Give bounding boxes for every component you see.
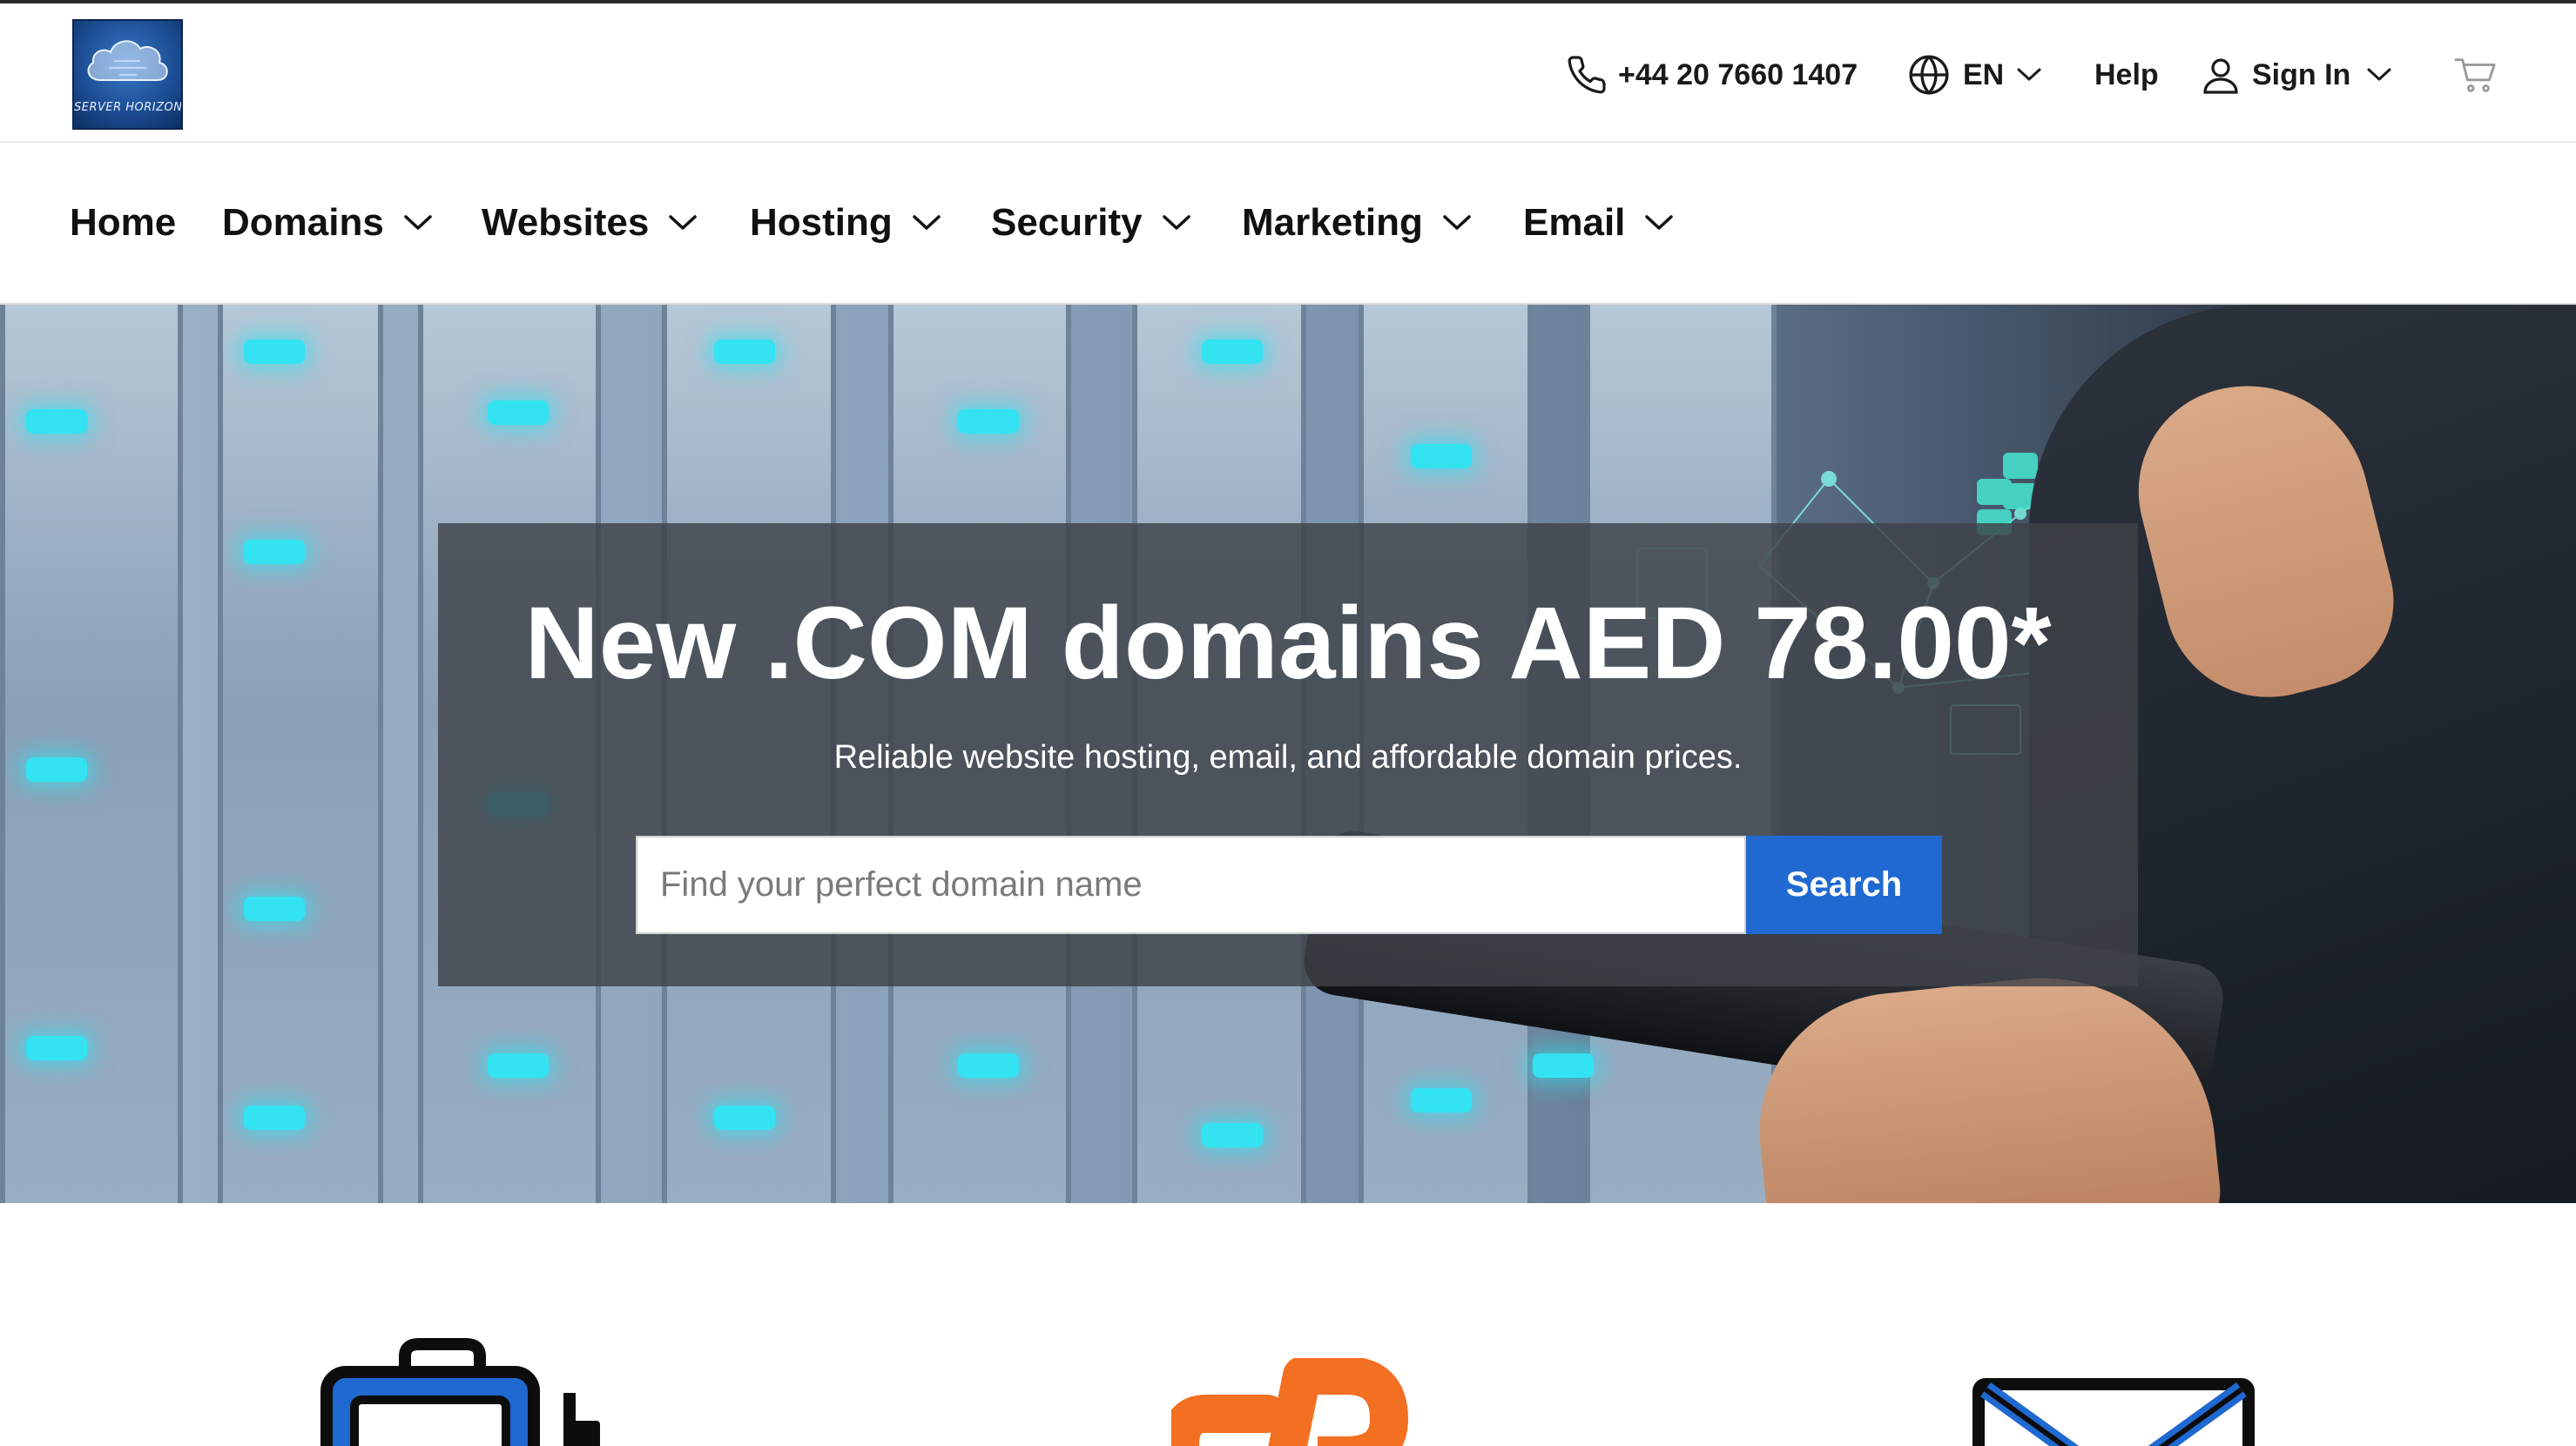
nav-hosting[interactable]: Hosting [750, 197, 941, 249]
brand-logo[interactable]: SERVER HORIZON [72, 19, 183, 130]
language-selector[interactable]: EN [1907, 49, 2042, 101]
nav-label: Security [991, 201, 1143, 244]
briefcase-icon [318, 1337, 614, 1446]
chevron-down-icon [404, 215, 432, 230]
chevron-down-icon [1162, 215, 1190, 230]
cart-button[interactable] [2454, 49, 2498, 101]
user-icon [2203, 58, 2238, 94]
cart-icon [2454, 58, 2496, 92]
cpanel-icon [1171, 1358, 1415, 1446]
nav-marketing[interactable]: Marketing [1242, 197, 1472, 249]
envelope-icon [1970, 1377, 2257, 1446]
nav-websites[interactable]: Websites [482, 197, 698, 249]
hero-banner: New .COM domains AED 78.00* Reliable web… [0, 305, 2576, 1203]
chevron-down-icon [1443, 215, 1471, 230]
hero-panel: New .COM domains AED 78.00* Reliable web… [438, 523, 2138, 986]
hero-title: New .COM domains AED 78.00* [524, 586, 2052, 701]
nav-label: Domains [222, 201, 384, 244]
phone-number: +44 20 7660 1407 [1618, 57, 1858, 91]
chevron-down-icon [669, 215, 698, 230]
search-button[interactable]: Search [1746, 836, 1942, 934]
globe-icon [1909, 55, 1949, 95]
utility-bar: SERVER HORIZON +44 20 7660 1407 EN Help … [0, 3, 2576, 143]
chevron-down-icon [1645, 215, 1674, 230]
language-label: EN [1963, 57, 2005, 91]
nav-domains[interactable]: Domains [222, 197, 433, 249]
sign-in-menu[interactable]: Sign In [2200, 49, 2392, 101]
nav-home[interactable]: Home [70, 197, 176, 249]
help-link[interactable]: Help [2094, 49, 2159, 101]
cloud-icon [87, 40, 168, 81]
domain-search-input[interactable] [636, 836, 1746, 934]
nav-label: Home [70, 201, 177, 244]
hero-subtitle: Reliable website hosting, email, and aff… [833, 739, 1743, 776]
nav-email[interactable]: Email [1523, 197, 1674, 249]
nav-security[interactable]: Security [991, 197, 1191, 249]
chevron-down-icon [2367, 68, 2391, 81]
nav-label: Marketing [1242, 201, 1423, 244]
chevron-down-icon [913, 215, 941, 230]
nav-label: Email [1523, 201, 1626, 244]
chevron-down-icon [2017, 68, 2041, 81]
nav-label: Websites [482, 201, 650, 244]
phone-icon [1568, 56, 1606, 94]
main-nav: Home Domains Websites Hosting Security M… [0, 145, 2576, 305]
nav-label: Hosting [750, 201, 893, 244]
logo-text: SERVER HORIZON [74, 101, 183, 114]
phone-link[interactable]: +44 20 7660 1407 [1566, 49, 1858, 101]
sign-in-label: Sign In [2252, 57, 2351, 91]
